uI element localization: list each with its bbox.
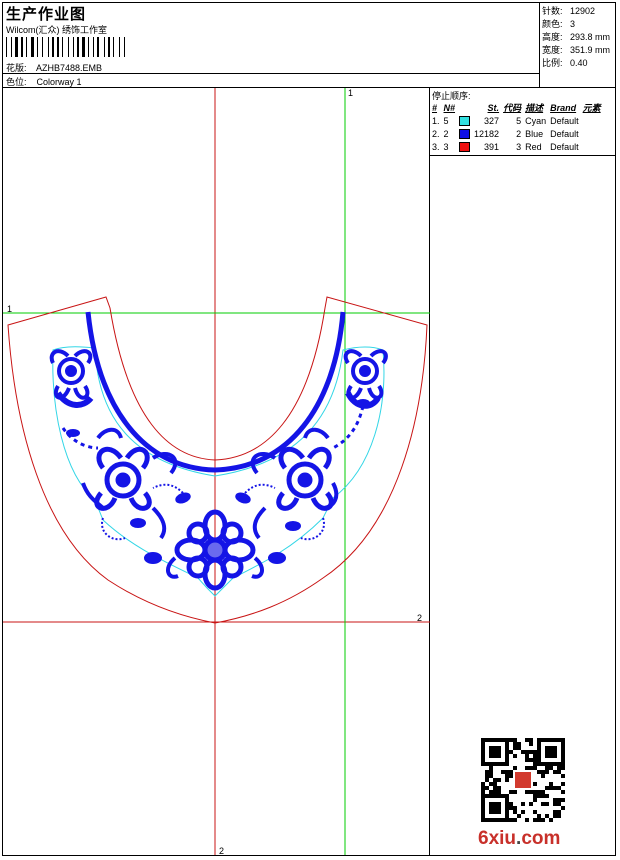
stop-swatch xyxy=(457,114,472,127)
company-name: Wilcom(汇众) 绣饰工作室 xyxy=(6,25,107,35)
stop-stitches: 12182 xyxy=(474,128,500,139)
guide-label-bottom: 2 xyxy=(219,846,224,855)
stop-swatch xyxy=(457,140,472,153)
stop-needle: 3 xyxy=(443,141,449,152)
color-swatch xyxy=(459,141,471,152)
design-barcode xyxy=(6,37,152,57)
guide-label-right: 2 xyxy=(417,613,422,623)
color-count-label: 颜色: xyxy=(542,19,563,29)
stitch-count-row: 针数: 12902 xyxy=(542,5,610,18)
color-swatch xyxy=(459,115,471,126)
stop-table-divider xyxy=(429,155,616,156)
stop-table-header: # N# St. 代码 描述 Brand 元素 xyxy=(430,101,603,114)
flower-left-top xyxy=(49,349,94,408)
stats-panel: 针数: 12902 颜色: 3 高度: 293.8 mm 宽度: 351.9 mm 比例… xyxy=(542,5,610,70)
guide-label-left: 1 xyxy=(7,304,12,314)
col-swatch xyxy=(457,101,472,114)
qr-code xyxy=(481,738,565,822)
colorway-value: Colorway 1 xyxy=(36,77,82,87)
color-swatch xyxy=(459,128,471,139)
ratio-row: 比例: 0.40 xyxy=(542,57,610,70)
stop-brand: Default xyxy=(550,141,579,152)
dotted-trim-right xyxy=(332,405,365,450)
width-value: 351.9 mm xyxy=(570,45,611,55)
stop-code: 2 xyxy=(516,128,522,139)
stop-index: 1. xyxy=(432,115,440,126)
page-title: 生产作业图 xyxy=(6,6,87,23)
stop-stitches: 327 xyxy=(484,115,500,126)
stop-brand: Default xyxy=(550,128,579,139)
color-count-row: 颜色: 3 xyxy=(542,18,610,31)
stop-stitches: 391 xyxy=(484,141,500,152)
site-watermark: 6xiu.com xyxy=(478,828,560,850)
design-label: 花版: xyxy=(6,63,27,73)
stop-code: 3 xyxy=(516,141,522,152)
width-label: 宽度: xyxy=(542,45,563,55)
stop-element xyxy=(581,140,603,153)
stop-desc: Red xyxy=(525,141,542,152)
flower-left-large xyxy=(81,427,178,540)
col-desc: 描述 xyxy=(525,103,544,113)
stop-row: 2. 2 12182 2 Blue Default xyxy=(430,127,603,140)
design-value: AZHB7488.EMB xyxy=(36,63,103,73)
stop-sequence-table: # N# St. 代码 描述 Brand 元素 1. 5 327 5 Cyan … xyxy=(430,101,603,153)
col-stitches: St. xyxy=(487,102,500,113)
col-brand: Brand xyxy=(550,102,577,113)
col-code: 代码 xyxy=(503,103,522,113)
flower-right-top xyxy=(343,349,388,409)
ratio-value: 0.40 xyxy=(570,58,588,68)
guide-label-top: 1 xyxy=(348,88,353,98)
stop-row: 3. 3 391 3 Red Default xyxy=(430,140,603,153)
ratio-label: 比例: xyxy=(542,58,563,68)
stop-index: 3. xyxy=(432,141,440,152)
stitch-count-value: 12902 xyxy=(570,6,596,16)
height-value: 293.8 mm xyxy=(570,32,611,42)
stop-desc: Blue xyxy=(525,128,544,139)
stop-needle: 2 xyxy=(443,128,449,139)
col-needle: N# xyxy=(443,102,456,113)
height-row: 高度: 293.8 mm xyxy=(542,31,610,44)
stats-divider xyxy=(539,2,540,88)
stop-desc: Cyan xyxy=(525,115,547,126)
stop-swatch xyxy=(457,127,472,140)
col-index: # xyxy=(432,102,438,113)
stop-row: 1. 5 327 5 Cyan Default xyxy=(430,114,603,127)
embroidery-preview: 1 1 2 2 xyxy=(3,88,430,855)
width-row: 宽度: 351.9 mm xyxy=(542,44,610,57)
col-element: 元素 xyxy=(582,103,601,113)
watermark-tail: com xyxy=(521,828,561,849)
stop-code: 5 xyxy=(516,115,522,126)
stop-index: 2. xyxy=(432,128,440,139)
watermark-main: 6xiu xyxy=(478,828,517,849)
stop-element xyxy=(581,127,603,140)
stop-element xyxy=(581,114,603,127)
height-label: 高度: xyxy=(542,32,563,42)
stop-brand: Default xyxy=(550,115,579,126)
stop-needle: 5 xyxy=(443,115,449,126)
colorway-label: 色位: xyxy=(6,77,27,87)
colorway-row: 色位: Colorway 1 xyxy=(6,75,82,88)
color-count-value: 3 xyxy=(570,19,576,29)
stitch-count-label: 针数: xyxy=(542,6,563,16)
design-file-row: 花版: AZHB7488.EMB xyxy=(6,61,102,74)
